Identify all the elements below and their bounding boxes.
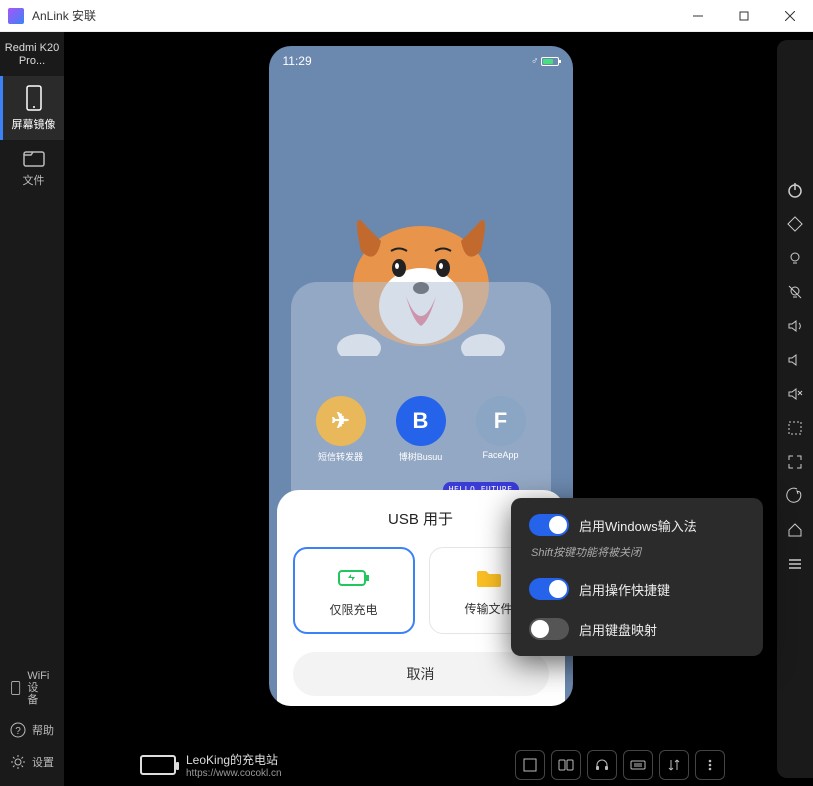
- bottom-bar: LeoKing的充电站 https://www.cocokl.cn: [128, 750, 737, 780]
- keyboard-button[interactable]: [623, 750, 653, 780]
- nav-wifi-label: WiFi设 备: [27, 670, 54, 706]
- nav-files-label: 文件: [23, 172, 45, 188]
- fullscreen-button[interactable]: [515, 750, 545, 780]
- app-icon[interactable]: FFaceApp: [473, 396, 529, 463]
- expand-icon[interactable]: [785, 452, 805, 472]
- gear-icon: [10, 754, 26, 770]
- crop-icon[interactable]: [785, 418, 805, 438]
- nav-files[interactable]: 文件: [0, 140, 64, 196]
- bulb-on-icon[interactable]: [785, 248, 805, 268]
- headset-button[interactable]: [587, 750, 617, 780]
- cancel-button[interactable]: 取消: [293, 652, 549, 696]
- phone-status-bar: 11:29 ♂: [269, 46, 573, 76]
- home-icon[interactable]: [785, 520, 805, 540]
- window-title: AnLink 安联: [32, 7, 675, 24]
- footer-station: LeoKing的充电站: [186, 751, 515, 768]
- app-icon[interactable]: ✈短信转发器: [313, 396, 369, 463]
- more-button[interactable]: [695, 750, 725, 780]
- app-icon[interactable]: B博树Busuu: [393, 396, 449, 463]
- battery-outline-icon: [140, 755, 176, 775]
- shortcut-toggle[interactable]: [529, 578, 569, 600]
- keyboard-popover: 启用Windows输入法 Shift按键功能将被关闭 启用操作快捷键 启用键盘映…: [511, 498, 763, 656]
- maximize-button[interactable]: [721, 0, 767, 31]
- footer-url: https://www.cocokl.cn: [186, 768, 515, 779]
- nav-screen-mirror[interactable]: 屏幕镜像: [0, 76, 64, 140]
- volume-mute-icon[interactable]: [785, 384, 805, 404]
- bulb-off-icon[interactable]: [785, 282, 805, 302]
- shortcut-label: 启用操作快捷键: [579, 580, 670, 599]
- help-icon: ?: [10, 722, 26, 738]
- nav-help-label: 帮助: [32, 722, 54, 738]
- rotate-icon[interactable]: [785, 214, 805, 234]
- phone-icon: [10, 679, 21, 697]
- keymap-label: 启用键盘映射: [579, 620, 657, 639]
- right-toolbar: [777, 40, 813, 778]
- keymap-toggle[interactable]: [529, 618, 569, 640]
- power-icon[interactable]: [785, 180, 805, 200]
- transfer-button[interactable]: [659, 750, 689, 780]
- menu-icon[interactable]: [785, 554, 805, 574]
- volume-up-icon[interactable]: [785, 316, 805, 336]
- device-name[interactable]: Redmi K20 Pro...: [0, 38, 64, 76]
- app-logo-icon: [8, 8, 24, 24]
- devices-button[interactable]: [551, 750, 581, 780]
- phone-time: 11:29: [283, 54, 312, 68]
- nav-help[interactable]: ? 帮助: [0, 714, 64, 746]
- ime-label: 启用Windows输入法: [579, 516, 697, 535]
- close-button[interactable]: [767, 0, 813, 31]
- nav-settings-label: 设置: [32, 754, 54, 770]
- ime-hint: Shift按键功能将被关闭: [531, 544, 745, 560]
- svg-text:?: ?: [15, 726, 21, 737]
- minimize-button[interactable]: [675, 0, 721, 31]
- left-sidebar: Redmi K20 Pro... 屏幕镜像 文件 WiFi设 备 ? 帮助 设置: [0, 32, 64, 786]
- back-icon[interactable]: [785, 486, 805, 506]
- nav-wifi-devices[interactable]: WiFi设 备: [0, 662, 64, 714]
- nav-settings[interactable]: 设置: [0, 746, 64, 778]
- ime-toggle[interactable]: [529, 514, 569, 536]
- volume-down-icon[interactable]: [785, 350, 805, 370]
- battery-icon: ♂: [531, 54, 559, 68]
- nav-mirror-label: 屏幕镜像: [12, 116, 56, 132]
- title-bar: AnLink 安联: [0, 0, 813, 32]
- charge-only-option[interactable]: 仅限充电: [293, 547, 415, 634]
